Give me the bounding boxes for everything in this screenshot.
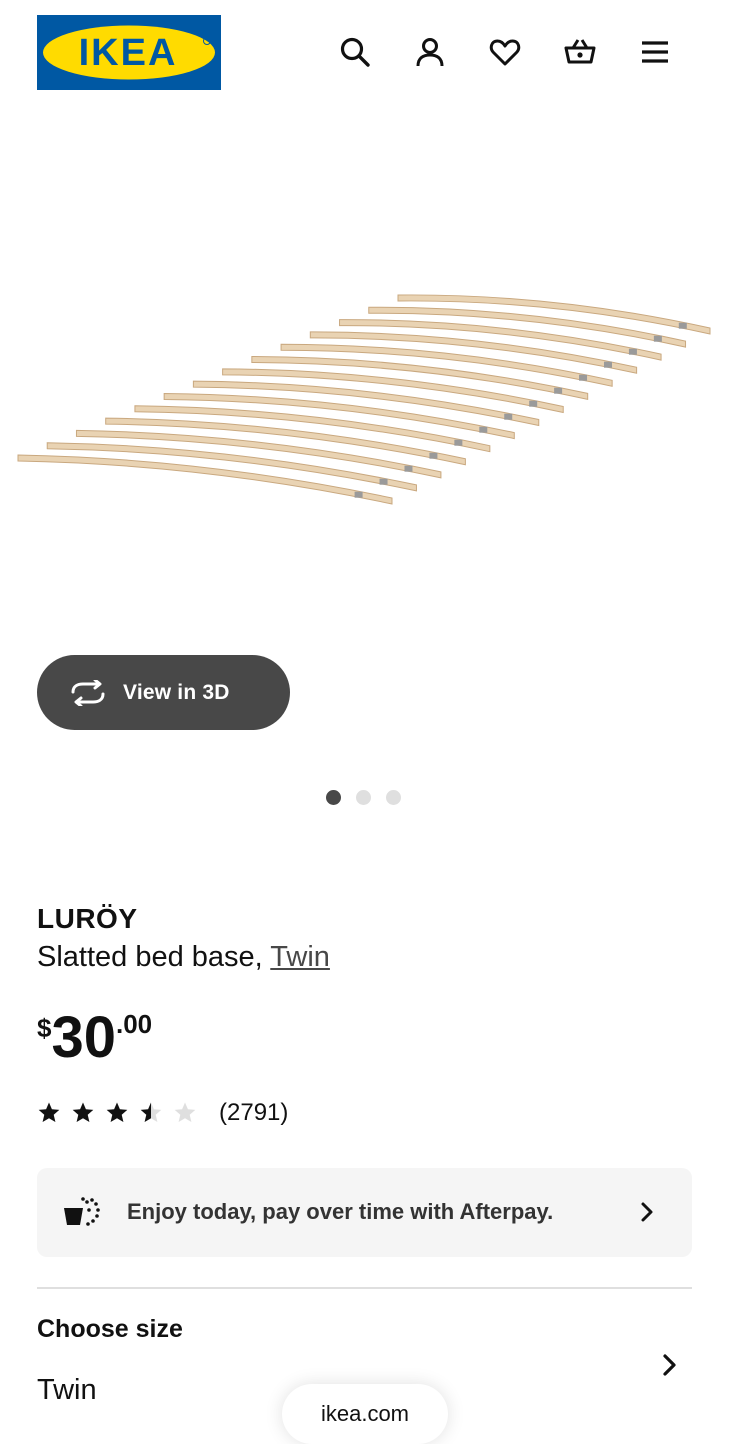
carousel-dots [326,790,401,805]
view-in-3d-label: View in 3D [123,680,230,704]
carousel-dot[interactable] [386,790,401,805]
afterpay-icon [64,1197,100,1226]
bed-slat [222,368,564,414]
slat-holder [379,478,388,485]
ikea-logo[interactable]: IKEA [37,15,221,90]
star-icon [72,1102,94,1122]
slat-holder [603,361,612,368]
bed-slat [75,429,442,479]
product-name: LURÖY [37,903,138,934]
slat-holder [579,374,588,381]
slat-holder [653,335,662,342]
product-image[interactable] [0,110,729,670]
slat-holder [554,387,563,394]
slat-holder [529,400,538,407]
afterpay-text: Enjoy today, pay over time with Afterpay… [127,1199,554,1224]
carousel-dot[interactable] [326,790,341,805]
slat-holder [678,322,687,329]
menu-icon[interactable] [635,32,675,72]
bed-slat [192,380,540,427]
heart-icon[interactable] [485,32,525,72]
bed-slat [105,417,466,466]
logo-text: IKEA [79,32,178,74]
slatted-bed-base-illustration [17,294,711,505]
slat-holder [479,426,488,433]
slat-holder [504,413,513,420]
browser-url-bar[interactable]: ikea.com [282,1384,448,1444]
basket-icon[interactable] [560,32,600,72]
afterpay-banner[interactable]: Enjoy today, pay over time with Afterpay… [37,1168,692,1257]
size-link[interactable]: Twin [270,941,330,973]
account-icon[interactable] [410,32,450,72]
price-currency: $ [37,1013,52,1043]
slat-holder [628,348,637,355]
product-rating[interactable]: (2791) [37,1099,288,1127]
bed-slat [163,392,515,440]
slat-holder [429,452,438,459]
product-description: Slatted bed base, Twin [37,941,330,974]
bed-slat [280,343,613,387]
site-header: IKEA [0,0,729,110]
bed-slat [134,405,491,453]
product-type: Slatted bed base, [37,941,263,973]
slat-holder [354,491,363,498]
selected-size: Twin [37,1374,97,1406]
slat-holder [454,439,463,446]
divider [37,1287,692,1289]
price-whole: 30 [51,1005,116,1070]
product-price: $ 30 .00 [37,1003,152,1067]
view-in-3d-button[interactable]: View in 3D [37,655,290,730]
bed-slat [251,356,589,401]
choose-size-title: Choose size [37,1315,183,1343]
chevron-right-icon [641,1202,653,1222]
rotate-3d-icon [71,679,105,706]
search-icon[interactable] [335,32,375,72]
star-icon [140,1102,162,1122]
star-icon [38,1102,60,1122]
review-count: (2791) [219,1099,289,1126]
slat-holder [404,465,413,472]
rating-stars [37,1101,207,1125]
carousel-dot[interactable] [356,790,371,805]
browser-url: ikea.com [320,1401,410,1426]
bed-slat [17,454,393,505]
bed-slat [46,442,417,492]
star-icon [106,1102,128,1122]
chevron-right-icon [663,1354,676,1376]
star-icon [174,1102,196,1122]
price-cents: .00 [115,1009,153,1039]
